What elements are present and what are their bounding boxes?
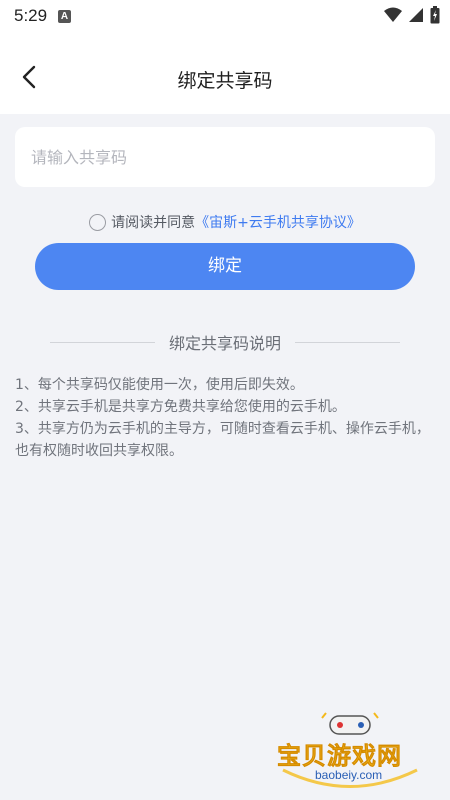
wifi-icon	[384, 7, 402, 22]
divider-line-left	[50, 341, 155, 343]
instructions-list: 1、每个共享码仅能使用一次，使用后即失效。 2、共享云手机是共享方免费共享给您使…	[15, 374, 435, 462]
watermark-text: 宝贝游戏网	[277, 742, 402, 771]
watermark-url: baobeiy.com	[315, 768, 383, 782]
instruction-item: 1、每个共享码仅能使用一次，使用后即失效。	[15, 377, 304, 393]
instructions-title: 绑定共享码说明	[169, 334, 282, 353]
status-time: 5:29	[14, 6, 48, 25]
battery-icon	[430, 6, 440, 24]
status-bar: 5:29 A	[0, 0, 450, 32]
instruction-item: 2、共享云手机是共享方免费共享给您使用的云手机。	[15, 399, 346, 415]
instruction-item: 3、共享方仍为云手机的主导方，可随时查看云手机、操作云手机，也有权随时收回共享权…	[15, 421, 430, 459]
notification-a-icon: A	[58, 10, 71, 23]
signal-icon	[409, 8, 423, 22]
agreement-row: 请阅读并同意 《宙斯+云手机共享协议》	[0, 212, 450, 232]
divider-line-right	[295, 341, 401, 343]
watermark-logo: 宝贝游戏网 baobeiy.com	[275, 708, 425, 798]
page-title: 绑定共享码	[177, 70, 273, 92]
share-code-input[interactable]	[31, 127, 421, 187]
header-bar: 绑定共享码	[0, 32, 450, 114]
agree-checkbox[interactable]	[89, 213, 107, 231]
agree-text: 请阅读并同意	[111, 215, 196, 231]
share-code-input-card	[15, 127, 435, 187]
agreement-link[interactable]: 《宙斯+云手机共享协议》	[195, 212, 361, 232]
bind-button[interactable]: 绑定	[35, 243, 415, 290]
status-icons	[384, 6, 440, 24]
instructions-divider: 绑定共享码说明	[50, 330, 401, 354]
